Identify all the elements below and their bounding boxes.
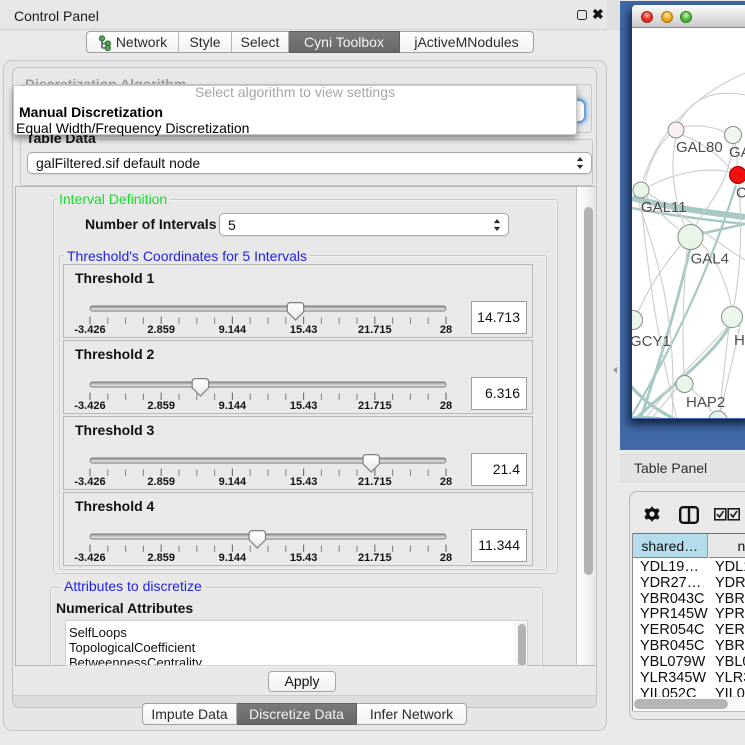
svg-text:9.144: 9.144: [219, 476, 247, 488]
svg-text:GAL11: GAL11: [641, 199, 687, 216]
svg-text:C: C: [736, 185, 745, 202]
svg-text:21.715: 21.715: [358, 552, 392, 564]
svg-text:9.144: 9.144: [219, 324, 247, 336]
svg-text:-3.426: -3.426: [74, 476, 105, 488]
svg-text:-3.426: -3.426: [74, 400, 105, 412]
svg-text:9.144: 9.144: [219, 552, 247, 564]
svg-text:HAP2: HAP2: [686, 394, 725, 411]
svg-text:28: 28: [440, 400, 452, 412]
svg-text:21.715: 21.715: [358, 400, 392, 412]
svg-text:2.859: 2.859: [147, 400, 175, 412]
svg-text:2.859: 2.859: [147, 476, 175, 488]
svg-text:GAL80: GAL80: [676, 139, 723, 156]
svg-text:21.715: 21.715: [358, 324, 392, 336]
svg-text:28: 28: [440, 476, 452, 488]
svg-text:2.859: 2.859: [147, 552, 175, 564]
svg-text:15.43: 15.43: [290, 400, 318, 412]
svg-text:9.144: 9.144: [219, 400, 247, 412]
svg-text:28: 28: [440, 552, 452, 564]
svg-text:GCY1: GCY1: [632, 333, 671, 350]
svg-text:2.859: 2.859: [147, 324, 175, 336]
svg-text:-3.426: -3.426: [74, 552, 105, 564]
svg-text:15.43: 15.43: [290, 324, 318, 336]
svg-text:GAL4: GAL4: [691, 251, 729, 268]
svg-text:GA: GA: [729, 144, 745, 161]
svg-text:15.43: 15.43: [290, 476, 318, 488]
svg-text:-3.426: -3.426: [74, 324, 105, 336]
svg-text:15.43: 15.43: [290, 552, 318, 564]
svg-text:H: H: [734, 332, 745, 349]
svg-text:21.715: 21.715: [358, 476, 392, 488]
svg-text:28: 28: [440, 324, 452, 336]
